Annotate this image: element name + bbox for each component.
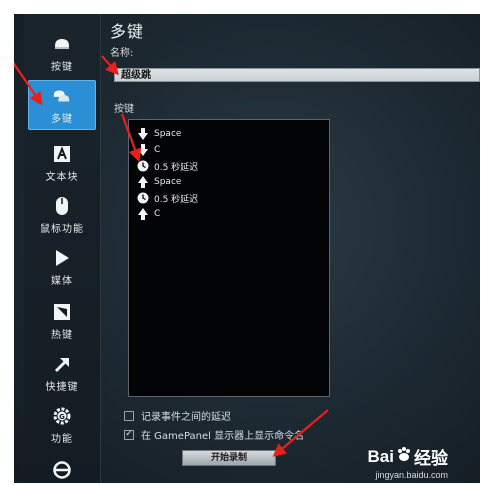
svg-text:G: G <box>59 413 65 421</box>
list-item[interactable]: 0.5 秒延迟 <box>137 190 198 206</box>
list-item[interactable]: Space <box>137 126 181 142</box>
arrow-down-icon <box>137 144 149 156</box>
option-label: 在 GamePanel 显示器上显示命令名 <box>141 431 305 442</box>
key-icon <box>52 34 72 54</box>
sidebar-item-label: 文本块 <box>45 172 79 183</box>
sidebar-item-label: 热键 <box>51 330 73 341</box>
sidebar-item-label: 鼠标功能 <box>40 224 84 235</box>
sidebar-item-keys[interactable]: 按键 <box>28 28 96 78</box>
sidebar-item-mouse[interactable]: 鼠标功能 <box>28 190 96 240</box>
page-title: 多键 <box>110 22 145 41</box>
list-item[interactable]: C <box>137 206 160 222</box>
option-label: 记录事件之间的延迟 <box>141 412 231 423</box>
sidebar-item-more[interactable] <box>28 454 96 483</box>
show-command-checkbox[interactable]: ✓ <box>124 429 134 440</box>
list-item[interactable]: Space <box>137 174 181 190</box>
function-gear-icon: G <box>52 406 72 426</box>
list-item[interactable]: C <box>137 142 160 158</box>
start-recording-button[interactable]: 开始录制 <box>182 450 276 466</box>
name-input[interactable]: 超级跳 <box>114 68 480 82</box>
sidebar-item-label: 多键 <box>51 114 73 125</box>
key-sequence-list[interactable]: Space C 0.5 秒延迟 Space 0.5 秒延迟 C <box>128 119 330 397</box>
sidebar-item-text-block[interactable]: 文本块 <box>28 138 96 188</box>
sidebar: 按键 多键 文本块 鼠标功能 媒体 热键 快捷键 G 功能 <box>24 14 101 483</box>
sidebar-item-label: 功能 <box>51 434 73 445</box>
sidebar-item-label: 快捷键 <box>45 382 79 393</box>
sidebar-item-function[interactable]: G 功能 <box>28 400 96 450</box>
hotkey-icon <box>52 302 72 322</box>
name-label: 名称: <box>110 48 134 59</box>
mouse-icon <box>52 196 72 216</box>
arrow-up-icon <box>137 208 149 220</box>
play-icon <box>52 248 72 268</box>
sidebar-item-label: 按键 <box>51 62 73 73</box>
sidebar-item-hotkey[interactable]: 热键 <box>28 296 96 346</box>
arrow-up-icon <box>137 176 149 188</box>
sidebar-item-label: 媒体 <box>51 276 73 287</box>
arrow-down-icon <box>137 128 149 140</box>
app-window: 按键 多键 文本块 鼠标功能 媒体 热键 快捷键 G 功能 多键 名称: 超级跳… <box>14 14 480 483</box>
sidebar-item-multi-key[interactable]: 多键 <box>28 80 96 130</box>
shortcut-arrow-icon <box>52 354 72 374</box>
multi-key-icon <box>52 86 72 106</box>
show-command-option[interactable]: ✓ 在 GamePanel 显示器上显示命令名 <box>124 427 304 442</box>
list-item[interactable]: 0.5 秒延迟 <box>137 158 198 174</box>
clock-icon <box>137 160 149 172</box>
record-delay-checkbox[interactable] <box>124 410 134 421</box>
text-block-icon <box>52 144 72 164</box>
keys-label: 按键 <box>114 104 134 115</box>
steering-wheel-icon <box>52 460 72 480</box>
record-delay-option[interactable]: 记录事件之间的延迟 <box>124 408 231 423</box>
sidebar-item-media[interactable]: 媒体 <box>28 242 96 292</box>
watermark-url: jingyan.baidu.com <box>375 470 448 480</box>
clock-icon <box>137 192 149 204</box>
sidebar-item-shortcut[interactable]: 快捷键 <box>28 348 96 398</box>
paw-icon <box>396 446 412 467</box>
watermark-logo: Bai 经验 <box>367 446 448 469</box>
baidu-watermark: Bai 经验 jingyan.baidu.com <box>367 444 448 481</box>
